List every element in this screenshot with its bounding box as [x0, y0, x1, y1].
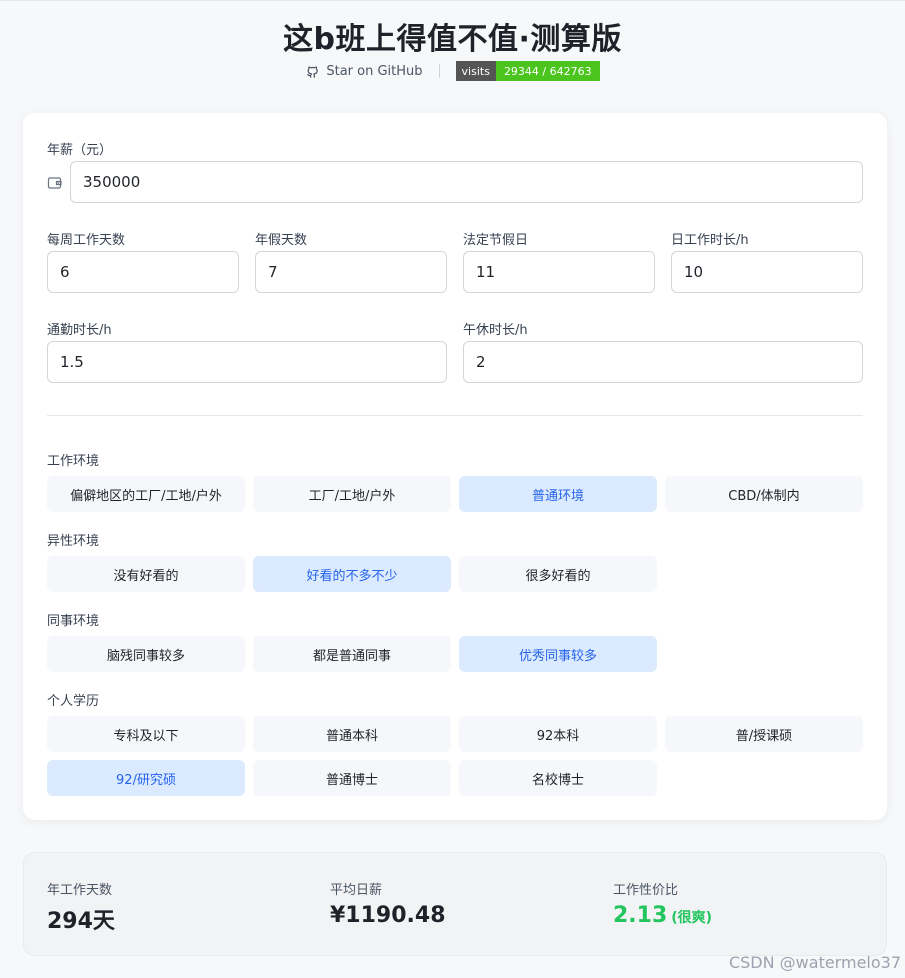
ratio-note: (很爽): [671, 910, 713, 926]
education-option-selected[interactable]: 92/研究硕: [47, 760, 245, 796]
opposite-sex-option[interactable]: 很多好看的: [459, 556, 657, 592]
daily-pay-label: 平均日薪: [330, 883, 383, 898]
annual-days-value: 294天: [47, 909, 115, 934]
environment-label: 工作环境: [47, 454, 100, 469]
page-header: 这b班上得值不值·测算版: [0, 14, 905, 58]
github-star-link[interactable]: Star on GitHub: [305, 63, 423, 79]
wallet-icon: [47, 175, 63, 189]
top-border: [0, 0, 905, 1]
environment-option[interactable]: 工厂/工地/户外: [253, 476, 451, 512]
education-option[interactable]: 92本科: [459, 716, 657, 752]
github-label: Star on GitHub: [326, 63, 423, 79]
lunch-break-label: 午休时长/h: [463, 323, 528, 338]
environment-option[interactable]: CBD/体制内: [665, 476, 863, 512]
daily-hours-input[interactable]: 10: [671, 251, 863, 293]
holidays-input[interactable]: 11: [463, 251, 655, 293]
lunch-break-input[interactable]: 2: [463, 341, 863, 383]
annual-leave-label: 年假天数: [255, 233, 308, 248]
annual-leave-input[interactable]: 7: [255, 251, 447, 293]
page-title: 这b班上得值不值·测算版: [283, 22, 622, 57]
visits-badge-value: 29344 / 642763: [495, 61, 600, 81]
education-option[interactable]: 普/授课硕: [665, 716, 863, 752]
colleagues-option[interactable]: 都是普通同事: [253, 636, 451, 672]
daily-hours-label: 日工作时长/h: [671, 233, 749, 248]
opposite-sex-label: 异性环境: [47, 534, 100, 549]
holidays-label: 法定节假日: [463, 233, 529, 248]
result-panel: 年工作天数 294天 平均日薪 ¥1190.48 工作性价比 2.13 (很爽): [23, 852, 887, 956]
education-option[interactable]: 名校博士: [459, 760, 657, 796]
colleagues-option[interactable]: 脑残同事较多: [47, 636, 245, 672]
education-option[interactable]: 普通博士: [253, 760, 451, 796]
opposite-sex-option[interactable]: 没有好看的: [47, 556, 245, 592]
environment-option-selected[interactable]: 普通环境: [459, 476, 657, 512]
work-days-input[interactable]: 6: [47, 251, 239, 293]
visits-badge-label: visits: [455, 61, 496, 81]
ratio-block: 2.13 (很爽): [613, 903, 712, 928]
visits-badge: visits 29344 / 642763: [455, 61, 600, 81]
watermark: CSDN @watermelo37: [728, 953, 901, 972]
annual-days-label: 年工作天数: [47, 883, 113, 898]
education-option[interactable]: 专科及以下: [47, 716, 245, 752]
salary-input[interactable]: 350000: [70, 161, 863, 203]
header-separator: [438, 64, 440, 78]
section-divider: [47, 415, 863, 416]
daily-pay-value: ¥1190.48: [330, 903, 446, 928]
opposite-sex-option-selected[interactable]: 好看的不多不少: [253, 556, 451, 592]
environment-option[interactable]: 偏僻地区的工厂/工地/户外: [47, 476, 245, 512]
ratio-label: 工作性价比: [613, 883, 679, 898]
colleagues-option-selected[interactable]: 优秀同事较多: [459, 636, 657, 672]
ratio-value: 2.13: [613, 903, 668, 928]
colleagues-label: 同事环境: [47, 614, 100, 629]
salary-label: 年薪（元）: [47, 143, 113, 158]
input-card: 年薪（元） 350000 每周工作天数 6 年假天数 7 法定节假日 11 日工…: [23, 113, 887, 820]
github-icon: [305, 64, 320, 79]
education-option[interactable]: 普通本科: [253, 716, 451, 752]
work-days-label: 每周工作天数: [47, 233, 126, 248]
header-links: Star on GitHub visits 29344 / 642763: [0, 61, 905, 81]
commute-label: 通勤时长/h: [47, 323, 112, 338]
commute-input[interactable]: 1.5: [47, 341, 447, 383]
education-label: 个人学历: [47, 694, 100, 709]
